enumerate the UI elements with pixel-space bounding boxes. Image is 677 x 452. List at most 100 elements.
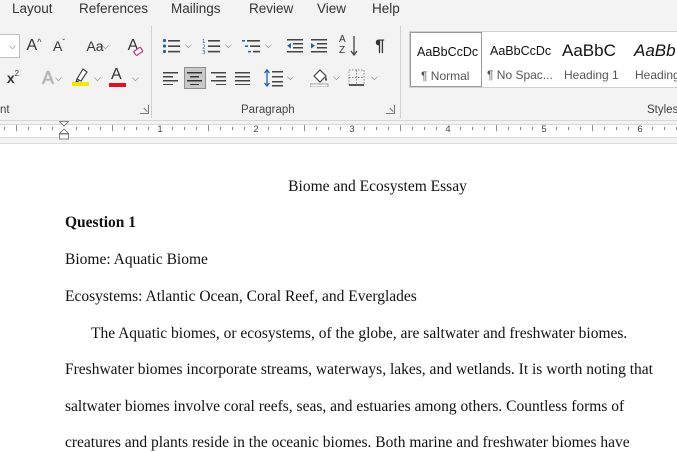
ruler-tick <box>484 127 485 130</box>
style-heading-2[interactable]: AaBb Heading <box>628 32 677 87</box>
bullets-button[interactable]: ⌵ <box>160 35 196 57</box>
multilevel-list-button[interactable]: ⌵ <box>240 35 276 57</box>
svg-text:3: 3 <box>202 50 206 54</box>
paragraph-line: creatures and plants reside in the ocean… <box>65 434 630 451</box>
group-divider <box>400 26 401 118</box>
tab-references[interactable]: References <box>79 1 148 16</box>
ruler-tick <box>292 127 293 130</box>
ruler-tick <box>196 127 197 130</box>
ruler-tick <box>232 127 233 130</box>
ruler-tick <box>124 127 125 130</box>
ruler-tick <box>376 127 377 130</box>
ruler-tick <box>628 127 629 130</box>
ruler-number: 4 <box>445 124 451 135</box>
chevron-down-icon: ⌵ <box>333 72 340 82</box>
paragraph-group-label: Paragraph <box>241 104 295 116</box>
ruler-tick <box>76 127 77 130</box>
superscript-2-icon: 2 <box>14 69 20 78</box>
ruler-tick <box>424 127 425 130</box>
clear-formatting-button[interactable]: A <box>122 35 144 57</box>
ruler-tick <box>520 127 521 130</box>
numbered-list-icon: 1 2 3 <box>202 39 220 54</box>
ruler-tick <box>664 127 665 130</box>
ruler-tick <box>52 127 53 130</box>
style-heading-1[interactable]: AaBbC Heading 1 <box>556 32 628 87</box>
ruler-tick <box>496 125 497 131</box>
justify-button[interactable] <box>232 67 254 89</box>
paragraph-dialog-launcher[interactable] <box>386 105 395 114</box>
text-effects-button[interactable]: A ⌵ <box>31 67 65 89</box>
justify-icon <box>235 72 250 85</box>
style-normal[interactable]: AaBbCcDc ¶ Normal <box>410 32 482 87</box>
chevron-down-icon: ⌵ <box>225 40 232 50</box>
ruler-number: 3 <box>349 124 355 135</box>
tab-view[interactable]: View <box>317 1 346 16</box>
biome-line: Biome: Aquatic Biome <box>65 251 208 268</box>
document-title: Biome and Ecosystem Essay <box>288 178 467 195</box>
shading-button[interactable]: ⌵ <box>308 66 344 90</box>
decrease-indent-button[interactable] <box>284 35 306 57</box>
ruler-number: 6 <box>637 124 643 135</box>
ruler-tick <box>40 127 41 130</box>
sort-button[interactable]: A Z <box>338 34 360 58</box>
ruler-tick <box>616 127 617 130</box>
ruler-tick <box>28 127 29 130</box>
align-right-button[interactable] <box>208 67 230 89</box>
tab-review[interactable]: Review <box>249 1 293 16</box>
paragraph-line: Freshwater biomes incorporate streams, w… <box>65 361 653 378</box>
paragraph-line: The Aquatic biomes, or ecosystems, of th… <box>91 325 628 342</box>
chevron-down-icon: ⌵ <box>287 72 294 82</box>
indent-marker-icon[interactable] <box>59 121 69 143</box>
ruler-tick <box>16 125 17 131</box>
styles-gallery: AaBbCcDc ¶ Normal AaBbCcDc ¶ No Spac... … <box>409 31 677 88</box>
show-formatting-button[interactable]: ¶ <box>369 35 391 57</box>
horizontal-ruler[interactable]: 1 2 3 4 5 6 <box>0 121 677 144</box>
tab-layout[interactable]: Layout <box>12 1 53 16</box>
document-page[interactable]: Biome and Ecosystem Essay Question 1 Bio… <box>0 145 677 452</box>
align-left-button[interactable] <box>160 67 182 89</box>
align-center-icon <box>187 72 202 85</box>
question-heading: Question 1 <box>65 214 137 231</box>
font-size-box[interactable]: ⌵ <box>0 34 20 58</box>
ruler-tick <box>112 125 113 131</box>
ruler-tick <box>184 127 185 130</box>
line-spacing-button[interactable]: ⌵ <box>262 67 298 89</box>
paint-bucket-icon <box>310 69 329 87</box>
font-color-button[interactable]: A ⌵ <box>108 66 142 90</box>
chevron-down-icon: ⌵ <box>94 73 101 83</box>
ruler-number: 1 <box>157 124 163 135</box>
numbering-button[interactable]: 1 2 3 ⌵ <box>200 35 236 57</box>
ruler-tick <box>340 127 341 130</box>
style-no-spacing[interactable]: AaBbCcDc ¶ No Spac... <box>484 32 556 87</box>
ruler-tick <box>400 125 401 131</box>
ruler-tick <box>136 127 137 130</box>
ruler-tick <box>412 127 413 130</box>
tab-mailings[interactable]: Mailings <box>171 1 221 16</box>
ruler-tick <box>100 127 101 130</box>
increase-indent-button[interactable] <box>308 35 330 57</box>
ruler-tick <box>4 127 5 130</box>
ruler-tick <box>556 127 557 130</box>
grow-font-button[interactable]: A ^ <box>24 36 44 56</box>
paragraph-line: saltwater biomes involve coral reefs, se… <box>65 398 625 415</box>
ruler-tick <box>388 127 389 130</box>
align-center-button[interactable] <box>184 67 206 89</box>
tab-help[interactable]: Help <box>372 1 400 16</box>
ruler-tick <box>364 127 365 130</box>
ruler-tick <box>280 127 281 130</box>
chevron-down-icon: ⌵ <box>55 73 62 83</box>
increase-indent-icon <box>311 39 327 53</box>
font-dialog-launcher[interactable] <box>140 105 149 114</box>
shrink-font-button[interactable]: Aˇ <box>49 36 69 56</box>
change-case-button[interactable]: Aa ⌵ <box>78 36 112 56</box>
font-group-label: nt <box>0 104 10 116</box>
ruler-strip <box>0 124 677 138</box>
bullet-list-icon <box>162 38 180 54</box>
ruler-tick <box>244 127 245 130</box>
highlight-color-button[interactable]: ⌵ <box>70 66 104 90</box>
ruler-tick <box>532 127 533 130</box>
superscript-button[interactable]: x2 <box>4 68 22 88</box>
ecosystems-line: Ecosystems: Atlantic Ocean, Coral Reef, … <box>65 288 417 305</box>
chevron-down-icon: ⌵ <box>102 41 109 51</box>
borders-button[interactable]: ⌵ <box>346 66 382 90</box>
